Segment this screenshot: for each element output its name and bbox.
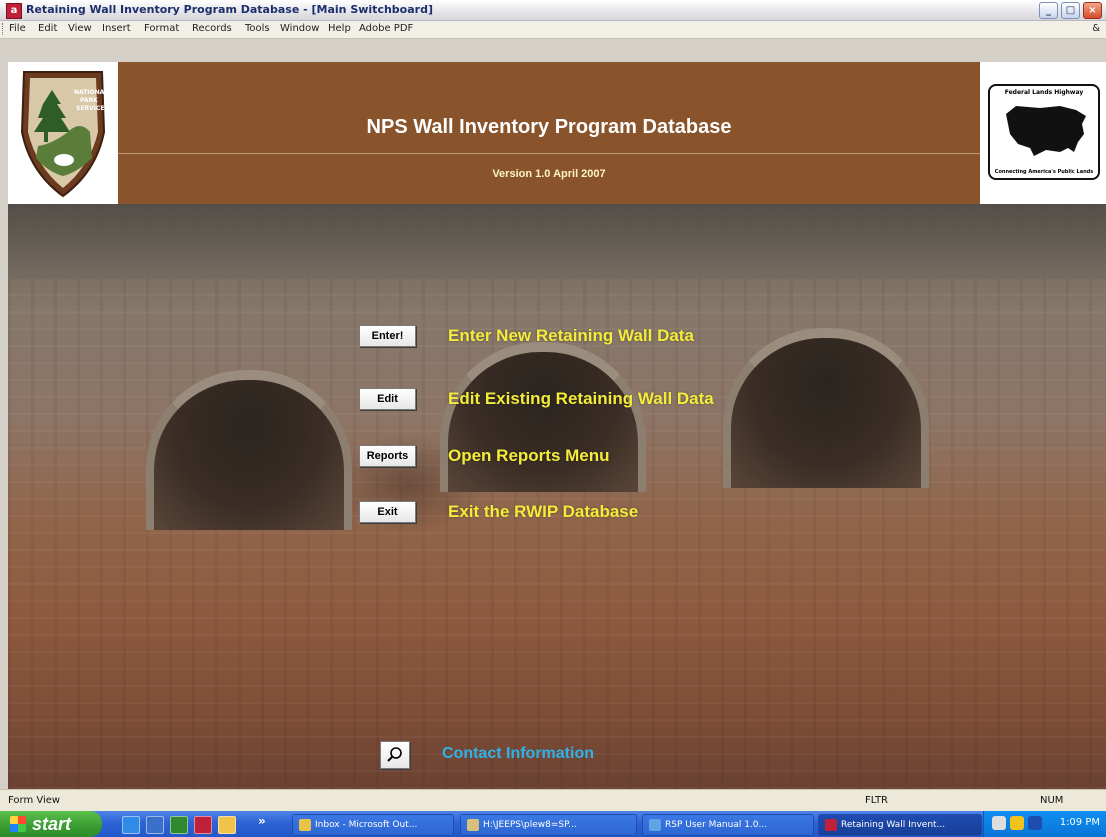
federal-lands-logo: Federal Lands Highway Connecting America… <box>980 62 1106 204</box>
menu-view[interactable]: View <box>68 23 92 34</box>
reports-button[interactable]: Reports <box>359 445 416 467</box>
menu-file[interactable]: File <box>9 23 26 34</box>
system-tray: 1:09 PM <box>983 811 1106 837</box>
nps-logo: NATIONAL PARK SERVICE <box>8 62 118 204</box>
title-bar: a Retaining Wall Inventory Program Datab… <box>0 0 1106 21</box>
enter-new-data-label[interactable]: Enter New Retaining Wall Data <box>448 326 694 346</box>
task-retaining-wall-label: Retaining Wall Invent... <box>841 820 946 830</box>
stone-wall-background: Enter! Enter New Retaining Wall Data Edi… <box>8 204 1106 789</box>
toolbar-grip[interactable] <box>2 23 5 35</box>
page-title: NPS Wall Inventory Program Database <box>366 116 732 138</box>
svg-text:SERVICE: SERVICE <box>76 105 104 112</box>
menu-edit[interactable]: Edit <box>38 23 57 34</box>
outlook-icon[interactable] <box>146 816 164 834</box>
main-switchboard-form: NATIONAL PARK SERVICE NPS Wall Inventory… <box>8 62 1106 789</box>
maximize-button[interactable]: □ <box>1061 2 1080 19</box>
edit-existing-data-label[interactable]: Edit Existing Retaining Wall Data <box>448 389 714 409</box>
ie-icon[interactable] <box>122 816 140 834</box>
header-divider <box>118 153 980 154</box>
us-map-icon <box>1006 106 1086 156</box>
clock: 1:09 PM <box>1059 817 1100 828</box>
menu-records[interactable]: Records <box>192 23 232 34</box>
windows-flag-icon <box>10 816 26 832</box>
rock-face <box>8 204 1106 279</box>
contact-button[interactable] <box>380 741 410 769</box>
exit-database-label[interactable]: Exit the RWIP Database <box>448 502 638 522</box>
folder-icon <box>467 819 479 831</box>
excel-icon[interactable] <box>170 816 188 834</box>
status-num: NUM <box>1040 795 1064 806</box>
contact-information-label[interactable]: Contact Information <box>442 745 594 763</box>
enter-button[interactable]: Enter! <box>359 325 416 347</box>
menu-insert[interactable]: Insert <box>102 23 131 34</box>
task-user-manual-label: RSP User Manual 1.0... <box>665 820 768 830</box>
svg-text:NATIONAL: NATIONAL <box>74 89 108 96</box>
menu-format[interactable]: Format <box>144 23 179 34</box>
security-icon[interactable] <box>1010 816 1024 830</box>
word-icon <box>649 819 661 831</box>
federal-lands-logo-frame: Federal Lands Highway Connecting America… <box>988 84 1100 180</box>
status-bar: Form View FLTR NUM <box>0 789 1106 812</box>
edit-button[interactable]: Edit <box>359 388 416 410</box>
close-button[interactable]: × <box>1083 2 1102 19</box>
help-question-box[interactable]: & <box>1092 23 1100 34</box>
task-retaining-wall[interactable]: Retaining Wall Invent... <box>818 814 982 836</box>
exit-button[interactable]: Exit <box>359 501 416 523</box>
header-band: NATIONAL PARK SERVICE NPS Wall Inventory… <box>8 62 1106 204</box>
federal-lands-logo-top-text: Federal Lands Highway <box>1004 89 1084 96</box>
taskbar: start » Inbox - Microsoft Out... H:\JEEP… <box>0 811 1106 837</box>
folder-icon[interactable] <box>218 816 236 834</box>
network-icon[interactable] <box>992 816 1006 830</box>
access-app-icon[interactable]: a <box>6 3 22 19</box>
display-icon[interactable] <box>1028 816 1042 830</box>
minimize-button[interactable]: _ <box>1039 2 1058 19</box>
header-title-area: NPS Wall Inventory Program Database Vers… <box>118 62 980 204</box>
task-user-manual[interactable]: RSP User Manual 1.0... <box>642 814 814 836</box>
magnifier-icon <box>387 747 402 762</box>
menu-tools[interactable]: Tools <box>245 23 270 34</box>
window-title: Retaining Wall Inventory Program Databas… <box>26 3 433 16</box>
open-reports-menu-label[interactable]: Open Reports Menu <box>448 446 610 466</box>
menu-adobe-pdf[interactable]: Adobe PDF <box>359 23 413 34</box>
stone-arch <box>723 328 929 488</box>
access-icon <box>825 819 837 831</box>
stone-arch <box>440 342 646 492</box>
version-text: Version 1.0 April 2007 <box>492 168 606 180</box>
outlook-icon <box>299 819 311 831</box>
task-explorer-label: H:\JEEPS\plew8=SP... <box>483 820 577 830</box>
federal-lands-logo-bottom-text: Connecting America's Public Lands <box>994 169 1094 175</box>
task-inbox-label: Inbox - Microsoft Out... <box>315 820 418 830</box>
svg-text:PARK: PARK <box>80 97 98 104</box>
access-icon[interactable] <box>194 816 212 834</box>
task-explorer[interactable]: H:\JEEPS\plew8=SP... <box>460 814 637 836</box>
stone-arch <box>146 370 352 530</box>
menu-window[interactable]: Window <box>280 23 319 34</box>
start-button[interactable]: start <box>0 811 102 837</box>
task-inbox[interactable]: Inbox - Microsoft Out... <box>292 814 454 836</box>
menu-help[interactable]: Help <box>328 23 351 34</box>
status-fltr: FLTR <box>865 795 889 806</box>
window-controls: _ □ × <box>1039 2 1102 19</box>
quick-launch-more[interactable]: » <box>258 814 266 828</box>
menu-bar: File Edit View Insert Format Records Too… <box>0 21 1106 39</box>
status-form-view: Form View <box>8 795 61 806</box>
start-label: start <box>32 814 72 834</box>
